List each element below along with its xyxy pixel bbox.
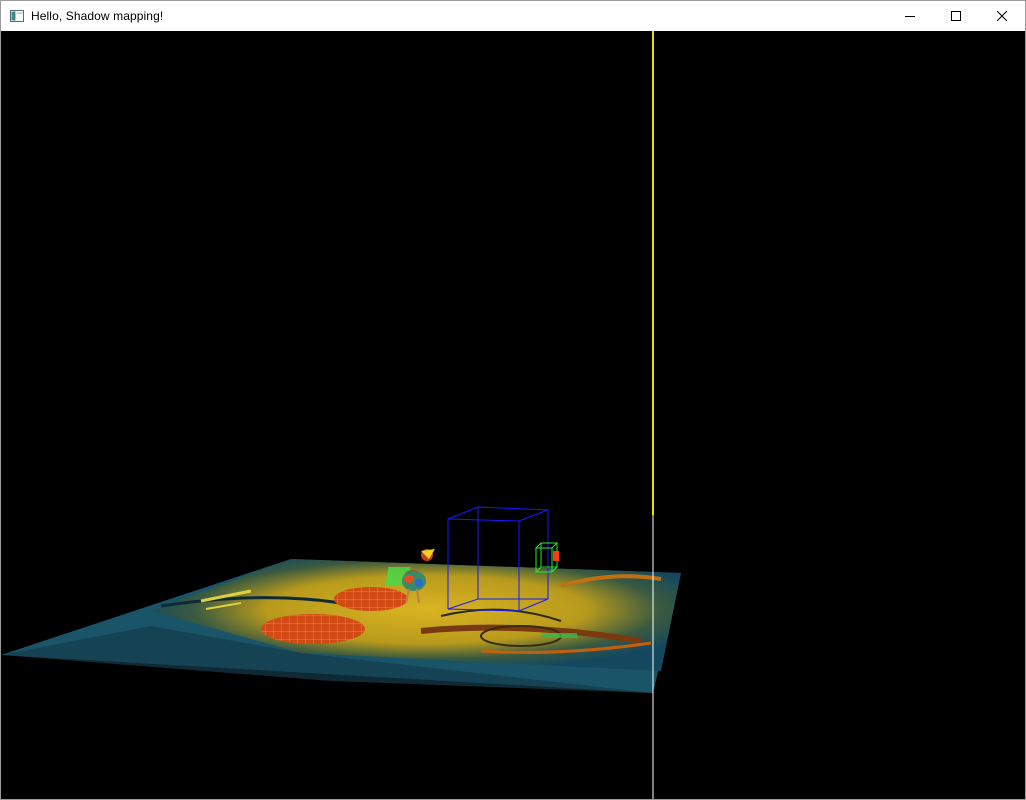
window-title: Hello, Shadow mapping!: [31, 9, 164, 23]
close-button[interactable]: [979, 1, 1025, 31]
maximize-icon: [951, 11, 961, 21]
app-window: Hello, Shadow mapping!: [0, 0, 1026, 800]
minimize-button[interactable]: [887, 1, 933, 31]
scene-canvas: [1, 31, 681, 799]
red-spot: [334, 587, 408, 611]
floor-plane: [1, 559, 681, 693]
title-bar[interactable]: Hello, Shadow mapping!: [1, 1, 1025, 31]
caption-buttons: [887, 1, 1025, 31]
light-source-marker: [553, 551, 559, 561]
app-window-icon: [9, 8, 25, 24]
minimize-icon: [905, 16, 915, 17]
close-icon: [997, 11, 1007, 21]
red-spot: [261, 614, 365, 644]
render-viewport[interactable]: [1, 31, 1025, 799]
maximize-button[interactable]: [933, 1, 979, 31]
